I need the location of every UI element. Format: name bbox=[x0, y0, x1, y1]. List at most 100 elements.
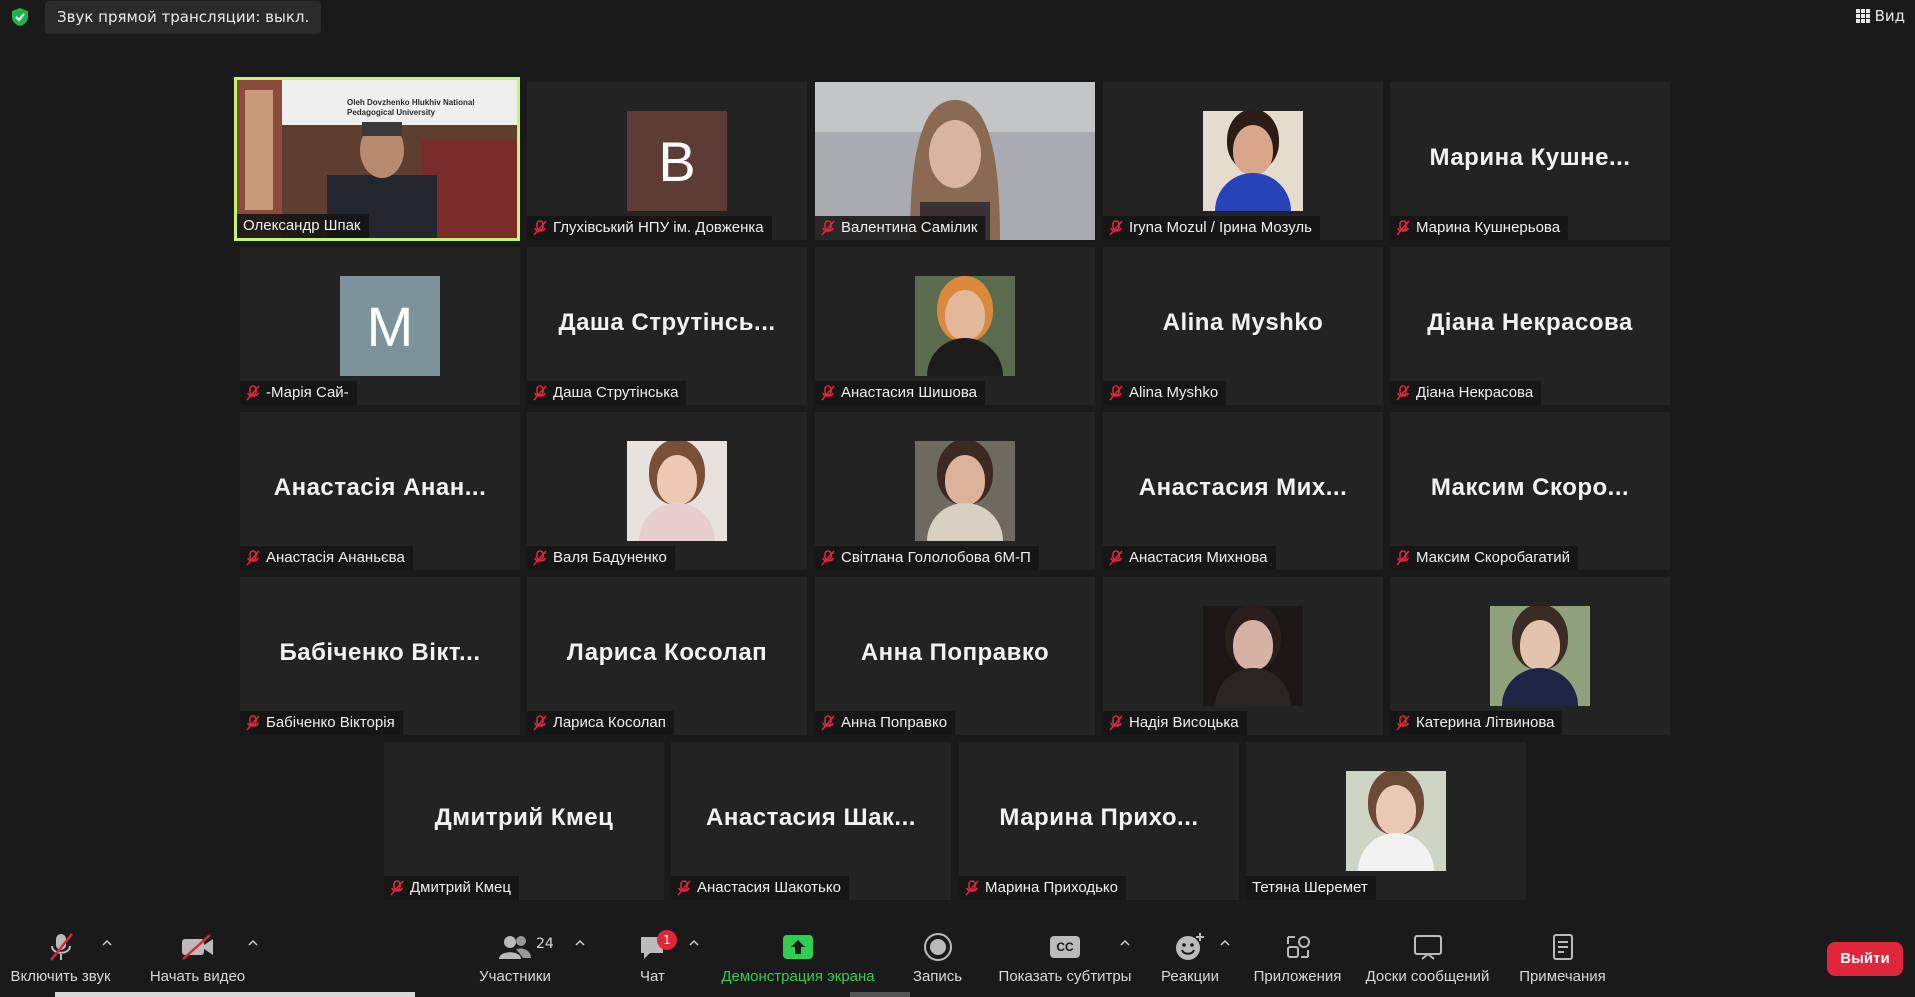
video-tile[interactable]: Марина Прихо... Марина Приходько bbox=[959, 742, 1239, 900]
participant-name-tag: Марина Кушнерьова bbox=[1390, 216, 1569, 240]
participant-name: Максим Скоробагатий bbox=[1416, 549, 1571, 566]
participant-name-tag: Марина Приходько bbox=[959, 876, 1127, 900]
unmute-button[interactable]: Включить звук bbox=[8, 930, 113, 985]
apps-icon bbox=[1286, 936, 1310, 958]
participants-count: 24 bbox=[536, 936, 554, 952]
reactions-button[interactable]: Реакции bbox=[1160, 930, 1220, 985]
chat-label: Чат bbox=[640, 968, 665, 985]
start-video-label: Начать видео bbox=[149, 968, 246, 985]
muted-mic-icon bbox=[1396, 715, 1410, 731]
video-tile[interactable]: Анастасия Шишова bbox=[815, 247, 1095, 405]
participant-big-name: Дмитрий Кмец bbox=[434, 804, 614, 831]
video-tile[interactable]: Бабіченко Вікт... Бабіченко Вікторія bbox=[240, 577, 520, 735]
video-tile[interactable]: Лариса Косолап Лариса Косолап bbox=[527, 577, 807, 735]
participant-big-name: Alina Myshko bbox=[1162, 309, 1324, 336]
video-tile[interactable]: Валя Бадуненко bbox=[527, 412, 807, 570]
view-label: Вид bbox=[1874, 7, 1905, 25]
leave-meeting-button[interactable]: Выйти bbox=[1827, 942, 1903, 976]
show-captions-button[interactable]: CC Показать субтитры bbox=[995, 930, 1135, 985]
muted-mic-icon bbox=[533, 220, 547, 236]
participant-name: Валя Бадуненко bbox=[553, 549, 667, 566]
muted-mic-icon bbox=[677, 880, 691, 896]
banner-text: Oleh Dovzhenko Hlukhiv National Pedagogi… bbox=[347, 98, 475, 117]
video-tile[interactable]: Oleh Dovzhenko Hlukhiv National Pedagogi… bbox=[234, 77, 520, 241]
participant-name-tag: Олександр Шпак bbox=[237, 214, 369, 238]
video-tile[interactable]: M -Марія Сай- bbox=[240, 247, 520, 405]
video-tile[interactable]: Катерина Літвинова bbox=[1390, 577, 1670, 735]
participant-name: Alina Myshko bbox=[1129, 384, 1219, 401]
participant-name: Анастасия Михнова bbox=[1129, 549, 1268, 566]
participant-big-name: Анастасия Шак... bbox=[706, 804, 916, 831]
whiteboards-button[interactable]: Доски сообщений bbox=[1360, 930, 1495, 985]
video-tile[interactable]: Валентина Самілик bbox=[815, 82, 1095, 240]
emoji-smile-icon bbox=[1176, 933, 1204, 960]
video-tile[interactable]: В Глухівський НПУ ім. Довженка bbox=[527, 82, 807, 240]
participant-big-name: Діана Некрасова bbox=[1427, 309, 1633, 336]
video-tile[interactable]: Анастасия Шак... Анастасия Шакотько bbox=[671, 742, 951, 900]
video-tile[interactable]: Анастасия Мих... Анастасия Михнова bbox=[1103, 412, 1383, 570]
captions-options-chevron-icon[interactable] bbox=[1120, 938, 1130, 948]
video-tile[interactable]: Максим Скоро... Максим Скоробагатий bbox=[1390, 412, 1670, 570]
participant-name: Світлана Гололобова 6М-П bbox=[841, 549, 1031, 566]
participant-name-tag: Тетяна Шеремет bbox=[1246, 876, 1376, 900]
participant-name-tag: Валя Бадуненко bbox=[527, 546, 675, 570]
chat-options-chevron-icon[interactable] bbox=[689, 938, 699, 948]
live-stream-audio-status[interactable]: Звук прямой трансляции: выкл. bbox=[45, 1, 322, 34]
show-captions-label: Показать субтитры bbox=[998, 968, 1132, 985]
muted-mic-icon bbox=[1396, 550, 1410, 566]
video-tile[interactable]: Iryna Mozul / Ірина Мозуль bbox=[1103, 82, 1383, 240]
video-tile[interactable]: Даша Струтінсь... Даша Струтінська bbox=[527, 247, 807, 405]
video-tile[interactable]: Анастасія Анан... Анастасія Ананьєва bbox=[240, 412, 520, 570]
muted-mic-icon bbox=[246, 550, 260, 566]
view-button[interactable]: Вид bbox=[1855, 6, 1905, 26]
video-tile[interactable]: Дмитрий Кмец Дмитрий Кмец bbox=[384, 742, 664, 900]
participant-avatar-photo bbox=[915, 441, 1015, 541]
apps-button[interactable]: Приложения bbox=[1250, 930, 1345, 985]
participant-name: Iryna Mozul / Ірина Мозуль bbox=[1129, 219, 1312, 236]
video-options-chevron-icon[interactable] bbox=[248, 938, 258, 948]
notes-icon bbox=[1552, 934, 1573, 960]
participant-name: Олександр Шпак bbox=[243, 217, 361, 234]
participants-label: Участники bbox=[479, 968, 551, 985]
record-button[interactable]: Запись bbox=[905, 930, 970, 985]
reactions-options-chevron-icon[interactable] bbox=[1220, 938, 1230, 948]
muted-mic-icon bbox=[821, 550, 835, 566]
participants-options-chevron-icon[interactable] bbox=[575, 938, 585, 948]
participant-big-name: Марина Прихо... bbox=[999, 804, 1199, 831]
share-screen-button[interactable]: Демонстрация экрана bbox=[718, 930, 878, 985]
participant-name: Валентина Самілик bbox=[841, 219, 978, 236]
video-tile[interactable]: Надія Висоцька bbox=[1103, 577, 1383, 735]
apps-label: Приложения bbox=[1253, 968, 1342, 985]
audio-options-chevron-icon[interactable] bbox=[102, 938, 112, 948]
participant-name: Надія Висоцька bbox=[1129, 714, 1239, 731]
muted-mic-icon bbox=[246, 385, 260, 401]
closed-captions-icon: CC bbox=[1050, 936, 1080, 958]
participant-name-tag: Дмитрий Кмец bbox=[384, 876, 519, 900]
video-tile[interactable]: Марина Кушне... Марина Кушнерьова bbox=[1390, 82, 1670, 240]
video-tile[interactable]: Анна Поправко Анна Поправко bbox=[815, 577, 1095, 735]
participant-name: Катерина Літвинова bbox=[1416, 714, 1555, 731]
security-shield-icon[interactable] bbox=[10, 7, 30, 27]
video-tile[interactable]: Alina Myshko Alina Myshko bbox=[1103, 247, 1383, 405]
participant-name-tag: Alina Myshko bbox=[1103, 381, 1227, 405]
muted-mic-icon bbox=[821, 715, 835, 731]
share-screen-arrow-icon bbox=[783, 935, 813, 959]
participant-name: Дмитрий Кмец bbox=[410, 879, 511, 896]
participants-icon bbox=[499, 936, 531, 959]
video-tile[interactable]: Тетяна Шеремет bbox=[1246, 742, 1526, 900]
participant-name-tag: Iryna Mozul / Ірина Мозуль bbox=[1103, 216, 1320, 240]
participant-name-tag: Анна Поправко bbox=[815, 711, 956, 735]
record-icon bbox=[923, 933, 952, 961]
participant-big-name: Анастасія Анан... bbox=[273, 474, 487, 501]
participant-name-tag: -Марія Сай- bbox=[240, 381, 357, 405]
video-tile[interactable]: Діана Некрасова Діана Некрасова bbox=[1390, 247, 1670, 405]
muted-mic-icon bbox=[533, 550, 547, 566]
notes-button[interactable]: Примечания bbox=[1515, 930, 1610, 985]
participant-name-tag: Анастасия Шакотько bbox=[671, 876, 849, 900]
start-video-button[interactable]: Начать видео bbox=[145, 930, 250, 985]
participant-avatar-photo bbox=[1490, 606, 1590, 706]
participant-name: Тетяна Шеремет bbox=[1252, 879, 1368, 896]
muted-mic-icon bbox=[821, 385, 835, 401]
video-tile[interactable]: Світлана Гололобова 6М-П bbox=[815, 412, 1095, 570]
muted-mic-icon bbox=[533, 715, 547, 731]
